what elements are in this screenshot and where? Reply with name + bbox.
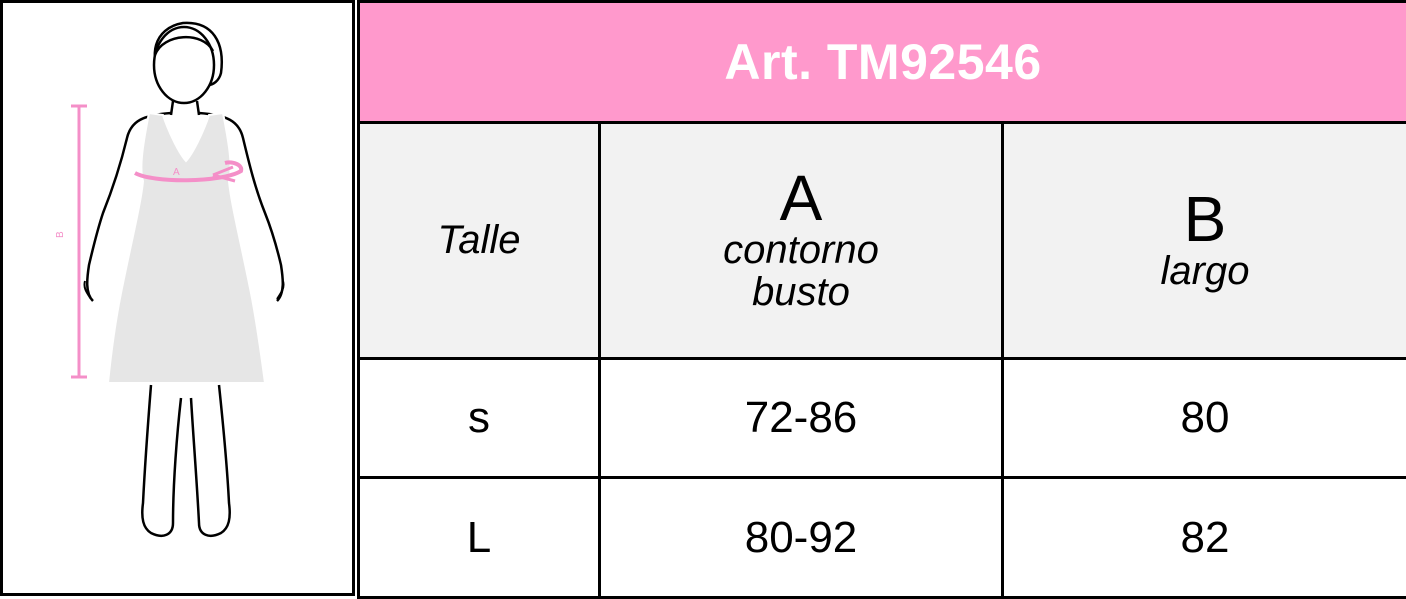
- column-b-header: B largo: [1000, 120, 1406, 360]
- column-a-desc-line1: contorno: [723, 228, 879, 273]
- value-b-cell: 82: [1000, 476, 1406, 599]
- legs-outline: [141, 384, 231, 537]
- column-a-letter: A: [779, 162, 823, 235]
- value-b-cell: 80: [1000, 356, 1406, 480]
- size-cell: L: [357, 476, 601, 599]
- size-cell: s: [357, 356, 601, 480]
- measure-a-label: A: [173, 167, 180, 178]
- dress-shape: [106, 111, 267, 384]
- column-a-header: A contorno busto: [598, 120, 1004, 360]
- column-a-desc-line2: busto: [752, 270, 850, 315]
- size-table: Art. TM92546 Talle A contorno busto B la…: [356, 0, 1406, 599]
- dress-figure-illustration: A B: [55, 21, 285, 537]
- table-row: s 72-86 80: [357, 356, 1406, 480]
- size-header-label: Talle: [437, 217, 521, 262]
- value-a-cell: 80-92: [598, 476, 1004, 599]
- table-row: L 80-92 82: [357, 476, 1406, 599]
- figure-panel: A B: [0, 0, 355, 596]
- column-b-letter: B: [1183, 183, 1227, 256]
- value-a-cell: 72-86: [598, 356, 1004, 480]
- table-title: Art. TM92546: [356, 0, 1406, 124]
- column-b-desc-line1: largo: [1160, 249, 1250, 294]
- measure-b-label: B: [55, 231, 66, 238]
- size-header: Talle: [357, 120, 601, 360]
